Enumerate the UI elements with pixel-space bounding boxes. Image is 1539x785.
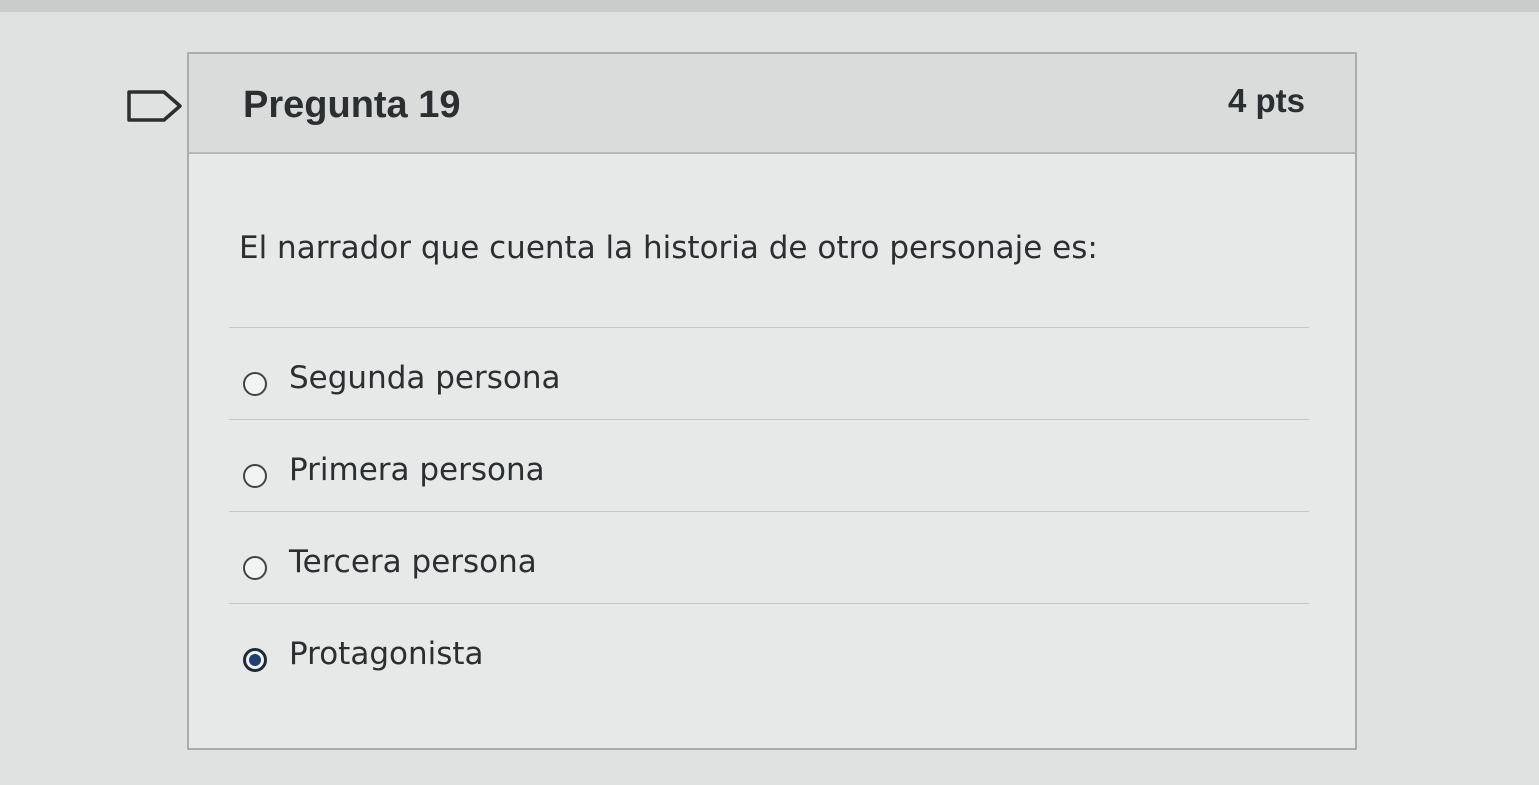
- answer-option-tercera-persona[interactable]: Tercera persona: [229, 511, 1309, 603]
- answer-label[interactable]: Primera persona: [289, 452, 545, 488]
- question-text: El narrador que cuenta la historia de ot…: [239, 230, 1098, 266]
- answer-option-protagonista[interactable]: Protagonista: [229, 603, 1309, 695]
- answer-option-segunda-persona[interactable]: Segunda persona: [229, 327, 1309, 419]
- answer-option-primera-persona[interactable]: Primera persona: [229, 419, 1309, 511]
- top-edge: [0, 0, 1539, 12]
- radio-button-selected[interactable]: [243, 648, 267, 672]
- answer-label[interactable]: Segunda persona: [289, 360, 561, 396]
- answer-list: Segunda persona Primera persona Tercera …: [229, 327, 1309, 695]
- radio-button[interactable]: [243, 464, 267, 488]
- radio-button[interactable]: [243, 372, 267, 396]
- radio-button[interactable]: [243, 556, 267, 580]
- answer-label[interactable]: Protagonista: [289, 636, 484, 672]
- answer-label[interactable]: Tercera persona: [289, 544, 537, 580]
- flag-outline-icon[interactable]: [126, 86, 186, 126]
- question-header: Pregunta 19 4 pts: [189, 54, 1355, 154]
- question-card: Pregunta 19 4 pts El narrador que cuenta…: [187, 52, 1357, 750]
- question-points: 4 pts: [1227, 82, 1305, 119]
- question-title: Pregunta 19: [243, 84, 461, 126]
